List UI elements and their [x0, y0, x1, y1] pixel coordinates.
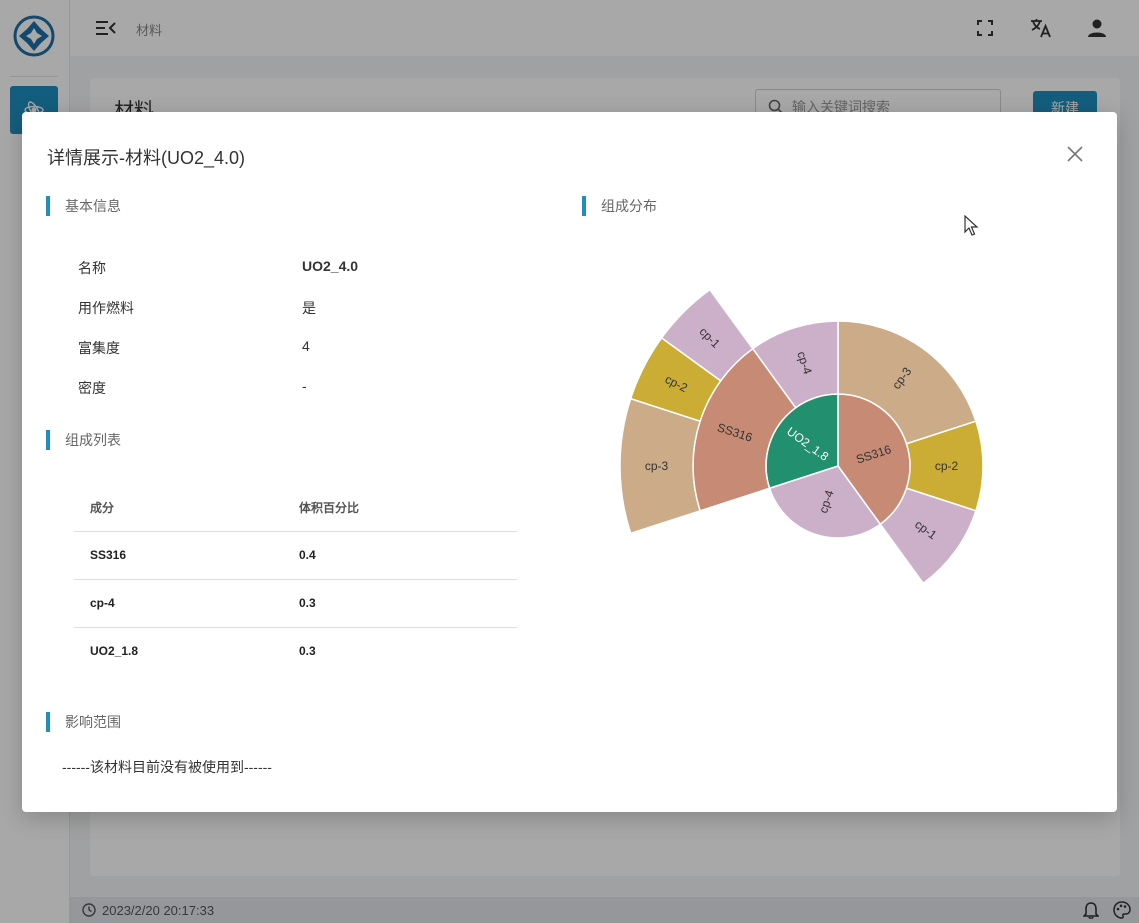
sunburst-label: cp-2	[935, 459, 959, 473]
field-label-fuel: 用作燃料	[78, 300, 134, 316]
cell-fraction: 0.3	[299, 644, 316, 659]
cell-component: UO2_1.8	[90, 644, 139, 659]
field-label-name: 名称	[78, 260, 106, 276]
cell-component: SS316	[74, 531, 283, 580]
section-accent-bar	[46, 712, 50, 732]
close-icon	[1067, 146, 1083, 162]
cell-fraction: 0.3	[283, 579, 517, 628]
close-button[interactable]	[1064, 143, 1086, 165]
cell-fraction: 0.4	[283, 531, 517, 580]
table-header-row: 成分 体积百分比	[74, 485, 517, 532]
field-value-enrichment: 4	[302, 338, 310, 354]
section-title: 组成列表	[65, 432, 121, 448]
column-header-fraction[interactable]: 体积百分比	[283, 485, 517, 532]
detail-dialog: 详情展示-材料(UO2_4.0) 基本信息 名称 UO2_4.0 用作燃料 是 …	[22, 112, 1117, 812]
section-accent-bar	[46, 196, 50, 216]
column-header-component[interactable]: 成分	[74, 485, 283, 532]
table-row: SS316 0.4	[74, 531, 517, 580]
field-label-enrichment: 富集度	[78, 340, 120, 356]
composition-table: 成分 体积百分比 SS316 0.4 cp-4 0.3 UO2_1.8 0.3	[74, 485, 517, 675]
composition-sunburst-chart: SS316cp-3cp-2cp-1cp-4UO2_1.8SS316cp-3cp-…	[619, 288, 984, 585]
field-label-density: 密度	[78, 380, 106, 396]
basic-info-header: 基本信息	[46, 196, 121, 216]
field-value-fuel: 是	[302, 300, 316, 316]
dialog-title: 详情展示-材料(UO2_4.0)	[47, 148, 246, 168]
sunburst-label: cp-3	[645, 459, 669, 473]
composition-list-header: 组成列表	[46, 430, 121, 450]
cell-component: cp-4	[74, 579, 283, 628]
composition-distribution-header: 组成分布	[582, 196, 657, 216]
field-value-density: -	[302, 378, 307, 394]
impact-scope-header: 影响范围	[46, 712, 121, 732]
table-row: UO2_1.8 0.3	[74, 627, 517, 675]
section-title: 影响范围	[65, 714, 121, 730]
section-title: 基本信息	[65, 198, 121, 214]
table-row: cp-4 0.3	[74, 579, 517, 628]
section-title: 组成分布	[601, 198, 657, 214]
mouse-cursor-icon	[964, 215, 979, 236]
field-value-name: UO2_4.0	[302, 258, 359, 274]
section-accent-bar	[46, 430, 50, 450]
section-accent-bar	[582, 196, 586, 216]
impact-empty-text: ------该材料目前没有被使用到------	[62, 759, 272, 775]
